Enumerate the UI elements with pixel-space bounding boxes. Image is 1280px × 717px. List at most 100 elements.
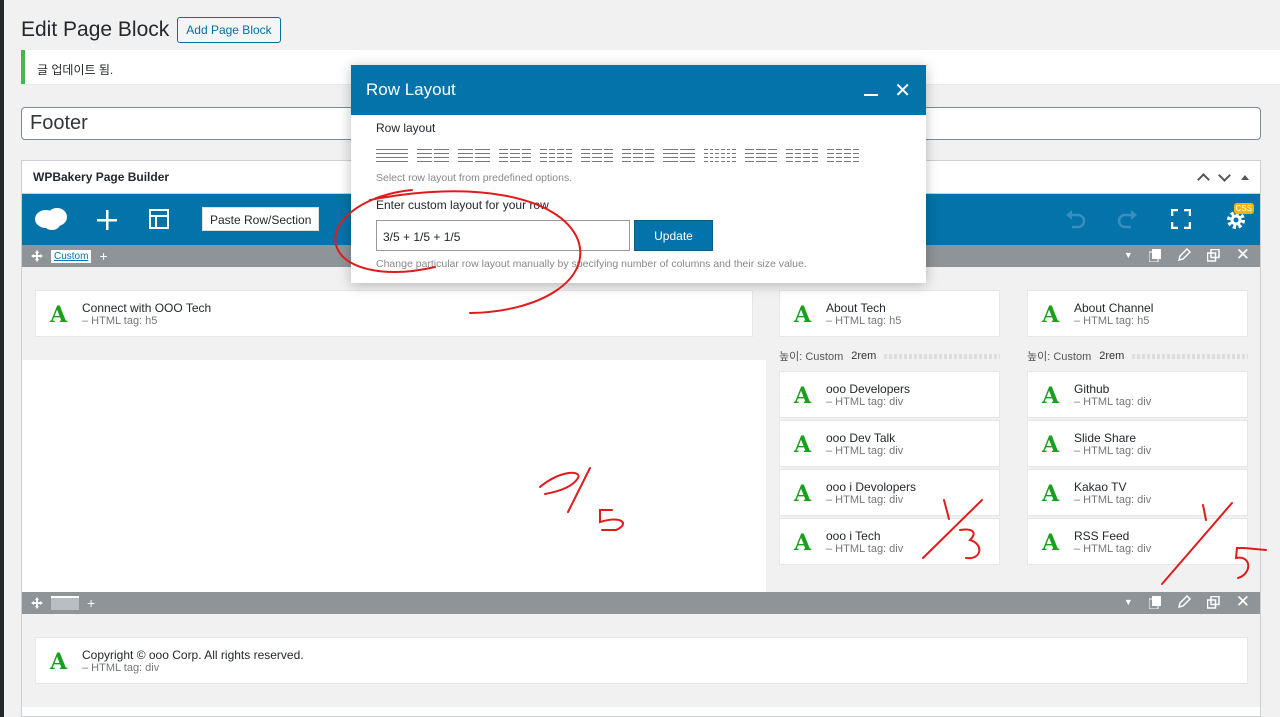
layout-column (827, 149, 834, 163)
layout-preset-icon[interactable] (622, 149, 654, 163)
layout-column (510, 149, 520, 163)
clone-icon[interactable] (1206, 248, 1220, 262)
collapse-toggle-icon[interactable] (1241, 174, 1249, 180)
element-card[interactable]: A ooo i Tech – HTML tag: div (779, 518, 1000, 565)
row-layout-tab[interactable]: Custom (51, 249, 92, 263)
layout-column (376, 149, 408, 163)
element-meta: – HTML tag: div (1074, 445, 1152, 457)
layout-preset-icon[interactable] (745, 149, 777, 163)
element-card[interactable]: A About Channel – HTML tag: h5 (1027, 290, 1248, 337)
add-page-block-button[interactable]: Add Page Block (177, 17, 281, 43)
layout-column (581, 149, 591, 163)
page-title: Edit Page Block (21, 18, 170, 41)
delete-close-icon[interactable]: ✕ (1236, 593, 1250, 610)
layout-column (756, 149, 766, 163)
element-card[interactable]: A Github – HTML tag: div (1027, 371, 1248, 418)
spacer-label: 높이: Custom (1027, 351, 1092, 363)
element-card[interactable]: A About Tech – HTML tag: h5 (779, 290, 1000, 337)
page-header: Edit Page Block Add Page Block (21, 16, 281, 44)
element-name: ooo i Devolopers (826, 480, 917, 494)
layout-column (786, 149, 793, 163)
custom-layout-value: 3/5 + 1/5 + 1/5 (383, 230, 461, 244)
move-up-icon[interactable] (1197, 172, 1210, 186)
layout-column (745, 149, 755, 163)
layout-column (540, 149, 547, 163)
text-element-icon: A (1042, 302, 1060, 328)
layout-column (565, 149, 572, 163)
text-element-icon: A (794, 481, 812, 507)
layout-column (663, 149, 678, 163)
element-meta: – HTML tag: h5 (82, 315, 158, 327)
element-name: Kakao TV (1074, 480, 1127, 494)
edit-pencil-icon[interactable] (1177, 248, 1191, 262)
element-card[interactable]: A ooo Developers – HTML tag: div (779, 371, 1000, 418)
row-toggle-icon[interactable]: ▼ (1124, 247, 1133, 263)
layout-preset-icon[interactable] (540, 149, 572, 163)
close-icon[interactable]: ✕ (894, 78, 911, 103)
element-card[interactable]: A Connect with OOO Tech – HTML tag: h5 (35, 290, 753, 337)
add-column-icon[interactable]: + (87, 595, 95, 611)
element-card[interactable]: A ooo i Devolopers – HTML tag: div (779, 469, 1000, 516)
row-toggle-icon[interactable]: ▼ (1124, 594, 1133, 610)
copy-icon[interactable] (1148, 595, 1161, 609)
element-name: Github (1074, 382, 1110, 396)
minimize-icon[interactable] (864, 94, 879, 96)
element-meta: – HTML tag: div (826, 445, 904, 457)
copy-icon[interactable] (1148, 248, 1161, 262)
layout-column (721, 149, 725, 163)
wpbakery-logo-icon[interactable] (34, 206, 68, 232)
layout-preset-icon[interactable] (376, 149, 408, 163)
paste-row-button[interactable]: Paste Row/Section (202, 207, 320, 231)
redo-icon[interactable] (1117, 209, 1139, 229)
admin-sidebar-edge (0, 0, 4, 717)
add-column-icon[interactable]: + (99, 248, 107, 264)
custom-layout-input[interactable]: 3/5 + 1/5 + 1/5 (376, 220, 630, 251)
templates-icon[interactable] (149, 209, 169, 229)
layout-column (844, 149, 851, 163)
add-element-icon[interactable] (96, 209, 118, 231)
element-meta: – HTML tag: div (826, 396, 904, 408)
text-element-icon: A (794, 530, 812, 556)
element-card[interactable]: A ooo Dev Talk – HTML tag: div (779, 420, 1000, 467)
update-button[interactable]: Update (634, 220, 713, 251)
undo-icon[interactable] (1064, 209, 1086, 229)
layout-preset-icon[interactable] (458, 149, 490, 163)
move-down-icon[interactable] (1218, 168, 1231, 182)
layout-column (557, 149, 564, 163)
row-layout-tab[interactable] (51, 596, 79, 610)
layout-preset-icon[interactable] (581, 149, 613, 163)
layout-preset-icon[interactable] (827, 149, 859, 163)
move-row-icon[interactable] (31, 597, 43, 609)
layout-preset-icon[interactable] (786, 149, 818, 163)
text-element-icon: A (794, 432, 812, 458)
layout-column (726, 149, 731, 163)
text-element-icon: A (1042, 383, 1060, 409)
layout-column (715, 149, 720, 163)
spacer-value: 2rem (851, 350, 877, 362)
edit-pencil-icon[interactable] (1177, 595, 1191, 609)
layout-preset-icon[interactable] (499, 149, 531, 163)
delete-close-icon[interactable]: ✕ (1236, 246, 1250, 263)
layout-column (835, 149, 842, 163)
move-row-icon[interactable] (31, 250, 43, 262)
layout-preset-icon[interactable] (704, 149, 737, 163)
layout-column (548, 149, 555, 163)
layout-column (603, 149, 613, 163)
element-name: Connect with OOO Tech (82, 301, 212, 315)
element-card[interactable]: A Kakao TV – HTML tag: div (1027, 469, 1248, 516)
fullscreen-icon[interactable] (1171, 209, 1191, 229)
layout-column (633, 149, 643, 163)
layout-preset-icon[interactable] (417, 149, 449, 163)
layout-preset-icon[interactable] (663, 149, 695, 163)
text-element-icon: A (794, 302, 812, 328)
spacer-element[interactable]: 높이: Custom 2rem (779, 348, 1000, 364)
element-meta: – HTML tag: div (1074, 396, 1152, 408)
clone-icon[interactable] (1206, 595, 1220, 609)
post-title-value: Footer (30, 112, 88, 134)
element-card[interactable]: A Slide Share – HTML tag: div (1027, 420, 1248, 467)
element-card[interactable]: A Copyright © ooo Corp. All rights reser… (35, 637, 1248, 684)
spacer-element[interactable]: 높이: Custom 2rem (1027, 348, 1248, 364)
predefined-hint: Select row layout from predefined option… (376, 172, 573, 184)
spacer-line (1132, 353, 1248, 359)
element-card[interactable]: A RSS Feed – HTML tag: div (1027, 518, 1248, 565)
